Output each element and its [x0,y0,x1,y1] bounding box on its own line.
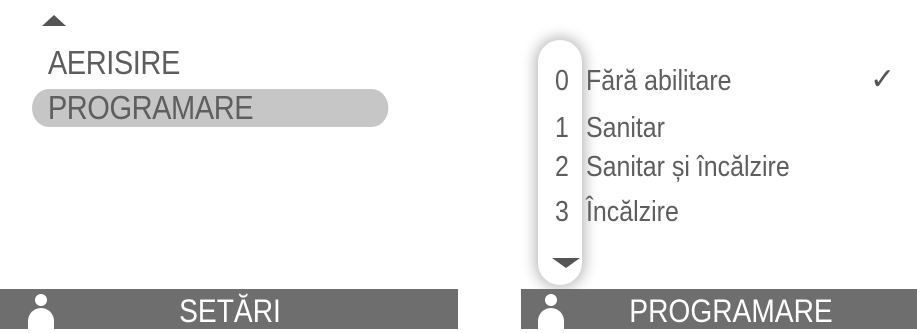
settings-screen: AERISIRE PROGRAMARE SETĂRI [0,0,458,330]
option-label: Sanitar și încălzire [585,151,790,183]
menu-item-aerisire[interactable]: AERISIRE [32,44,388,82]
menu-item-programare[interactable]: PROGRAMARE [32,89,389,127]
option-1[interactable]: 1 Sanitar [555,109,665,147]
user-icon [538,294,564,330]
status-bar: SETĂRI [0,289,458,330]
option-label: Încălzire [585,196,679,228]
option-number: 1 [555,112,569,144]
programming-screen: 0 Fără abilitare 1 Sanitar 2 Sanitar și înc… [458,0,917,330]
option-label: Fără abilitare [585,65,732,97]
option-2[interactable]: 2 Sanitar și încălzire [555,148,790,186]
option-0[interactable]: 0 Fără abilitare [555,62,732,100]
arrow-up-icon[interactable] [42,15,66,26]
user-icon [28,294,54,330]
option-number: 2 [555,151,569,183]
option-label: Sanitar [585,112,665,144]
option-number: 3 [555,196,569,228]
arrow-down-icon[interactable] [552,258,580,268]
status-bar: PROGRAMARE [521,289,917,330]
option-3[interactable]: 3 Încălzire [555,193,679,231]
scroll-fade [536,0,584,32]
screen-title: PROGRAMARE [629,293,833,329]
screen-title: SETĂRI [179,293,281,329]
option-number: 0 [555,65,569,97]
check-icon: ✓ [870,62,896,97]
